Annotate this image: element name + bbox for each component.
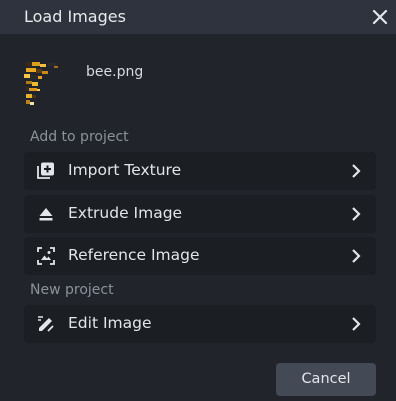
edit-image-icon bbox=[36, 314, 56, 334]
image-thumbnail bbox=[24, 60, 64, 108]
close-icon[interactable] bbox=[368, 5, 392, 29]
cancel-button[interactable]: Cancel bbox=[276, 363, 376, 396]
import-texture-button[interactable]: Import Texture bbox=[24, 152, 376, 190]
edit-image-label: Edit Image bbox=[68, 314, 152, 332]
load-images-dialog: Load Images bee.png Add to project Impor… bbox=[0, 0, 396, 401]
reference-image-label: Reference Image bbox=[68, 246, 200, 264]
reference-image-icon bbox=[36, 246, 56, 266]
import-texture-icon bbox=[36, 161, 56, 181]
extrude-icon bbox=[36, 204, 56, 224]
chevron-right-icon bbox=[350, 163, 362, 179]
edit-image-button[interactable]: Edit Image bbox=[24, 305, 376, 343]
import-texture-label: Import Texture bbox=[68, 161, 182, 179]
chevron-right-icon bbox=[350, 316, 362, 332]
extrude-image-button[interactable]: Extrude Image bbox=[24, 195, 376, 233]
chevron-right-icon bbox=[350, 248, 362, 264]
section-add-to-project: Add to project bbox=[30, 129, 129, 145]
extrude-image-label: Extrude Image bbox=[68, 204, 183, 222]
section-new-project: New project bbox=[30, 282, 114, 298]
dialog-titlebar: Load Images bbox=[0, 0, 396, 34]
reference-image-button[interactable]: Reference Image bbox=[24, 237, 376, 275]
chevron-right-icon bbox=[350, 206, 362, 222]
dialog-title: Load Images bbox=[24, 7, 126, 26]
file-name: bee.png bbox=[86, 64, 144, 80]
